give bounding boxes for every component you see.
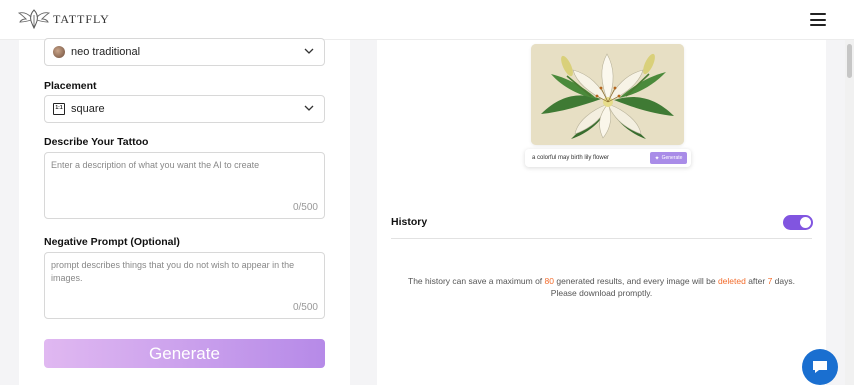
history-note-line2: Please download promptly.	[550, 287, 653, 298]
style-thumbnail-icon	[53, 46, 65, 58]
description-placeholder: Enter a description of what you want the…	[51, 160, 260, 170]
style-select[interactable]: neo traditional	[44, 38, 325, 66]
history-title: History	[391, 216, 428, 228]
page-scrollbar[interactable]	[845, 40, 854, 385]
history-divider	[391, 238, 812, 239]
aspect-ratio-icon: 1:1	[53, 103, 65, 115]
placement-label: Placement	[44, 80, 97, 92]
chat-support-button[interactable]	[802, 349, 838, 385]
description-counter: 0/500	[292, 201, 318, 213]
negative-prompt-textarea[interactable]: prompt describes things that you do not …	[44, 252, 325, 319]
style-select-value: neo traditional	[71, 46, 141, 58]
preview-generate-button[interactable]: ✦ Generate	[650, 152, 687, 164]
preview-generate-label: Generate	[661, 155, 683, 161]
description-label: Describe Your Tattoo	[44, 136, 149, 148]
chevron-down-icon	[304, 48, 314, 54]
history-toggle[interactable]	[783, 215, 813, 230]
magic-wand-icon: ✦	[654, 155, 660, 162]
scrollbar-thumb[interactable]	[847, 44, 852, 78]
preview-prompt-bar: a colorful may birth lily flower ✦ Gener…	[525, 149, 691, 167]
brand-name: TATTFLY	[53, 11, 110, 26]
history-deleted-word: deleted	[717, 276, 746, 286]
chevron-down-icon	[304, 105, 314, 111]
top-header: TATTFLY	[0, 0, 854, 40]
negative-prompt-placeholder: prompt describes things that you do not …	[51, 260, 295, 284]
preview-image[interactable]	[531, 44, 684, 145]
description-textarea[interactable]: Enter a description of what you want the…	[44, 152, 325, 219]
history-max-count: 80	[544, 276, 554, 286]
history-note-line1: The history can save a maximum of 80 gen…	[408, 276, 795, 286]
brand-logo[interactable]: TATTFLY	[18, 7, 110, 31]
wings-logo-icon	[18, 9, 50, 30]
negative-prompt-label: Negative Prompt (Optional)	[44, 236, 180, 248]
history-note: The history can save a maximum of 80 gen…	[391, 276, 812, 300]
placement-select-value: square	[71, 103, 105, 115]
negative-prompt-counter: 0/500	[292, 301, 318, 313]
generate-button[interactable]: Generate	[44, 339, 325, 368]
hamburger-icon[interactable]	[810, 13, 826, 26]
placement-select[interactable]: 1:1 square	[44, 95, 325, 123]
chat-bubble-icon	[813, 361, 827, 373]
preview-prompt-text: a colorful may birth lily flower	[532, 155, 610, 161]
lily-flower-image	[531, 44, 684, 145]
toggle-knob	[800, 217, 811, 228]
